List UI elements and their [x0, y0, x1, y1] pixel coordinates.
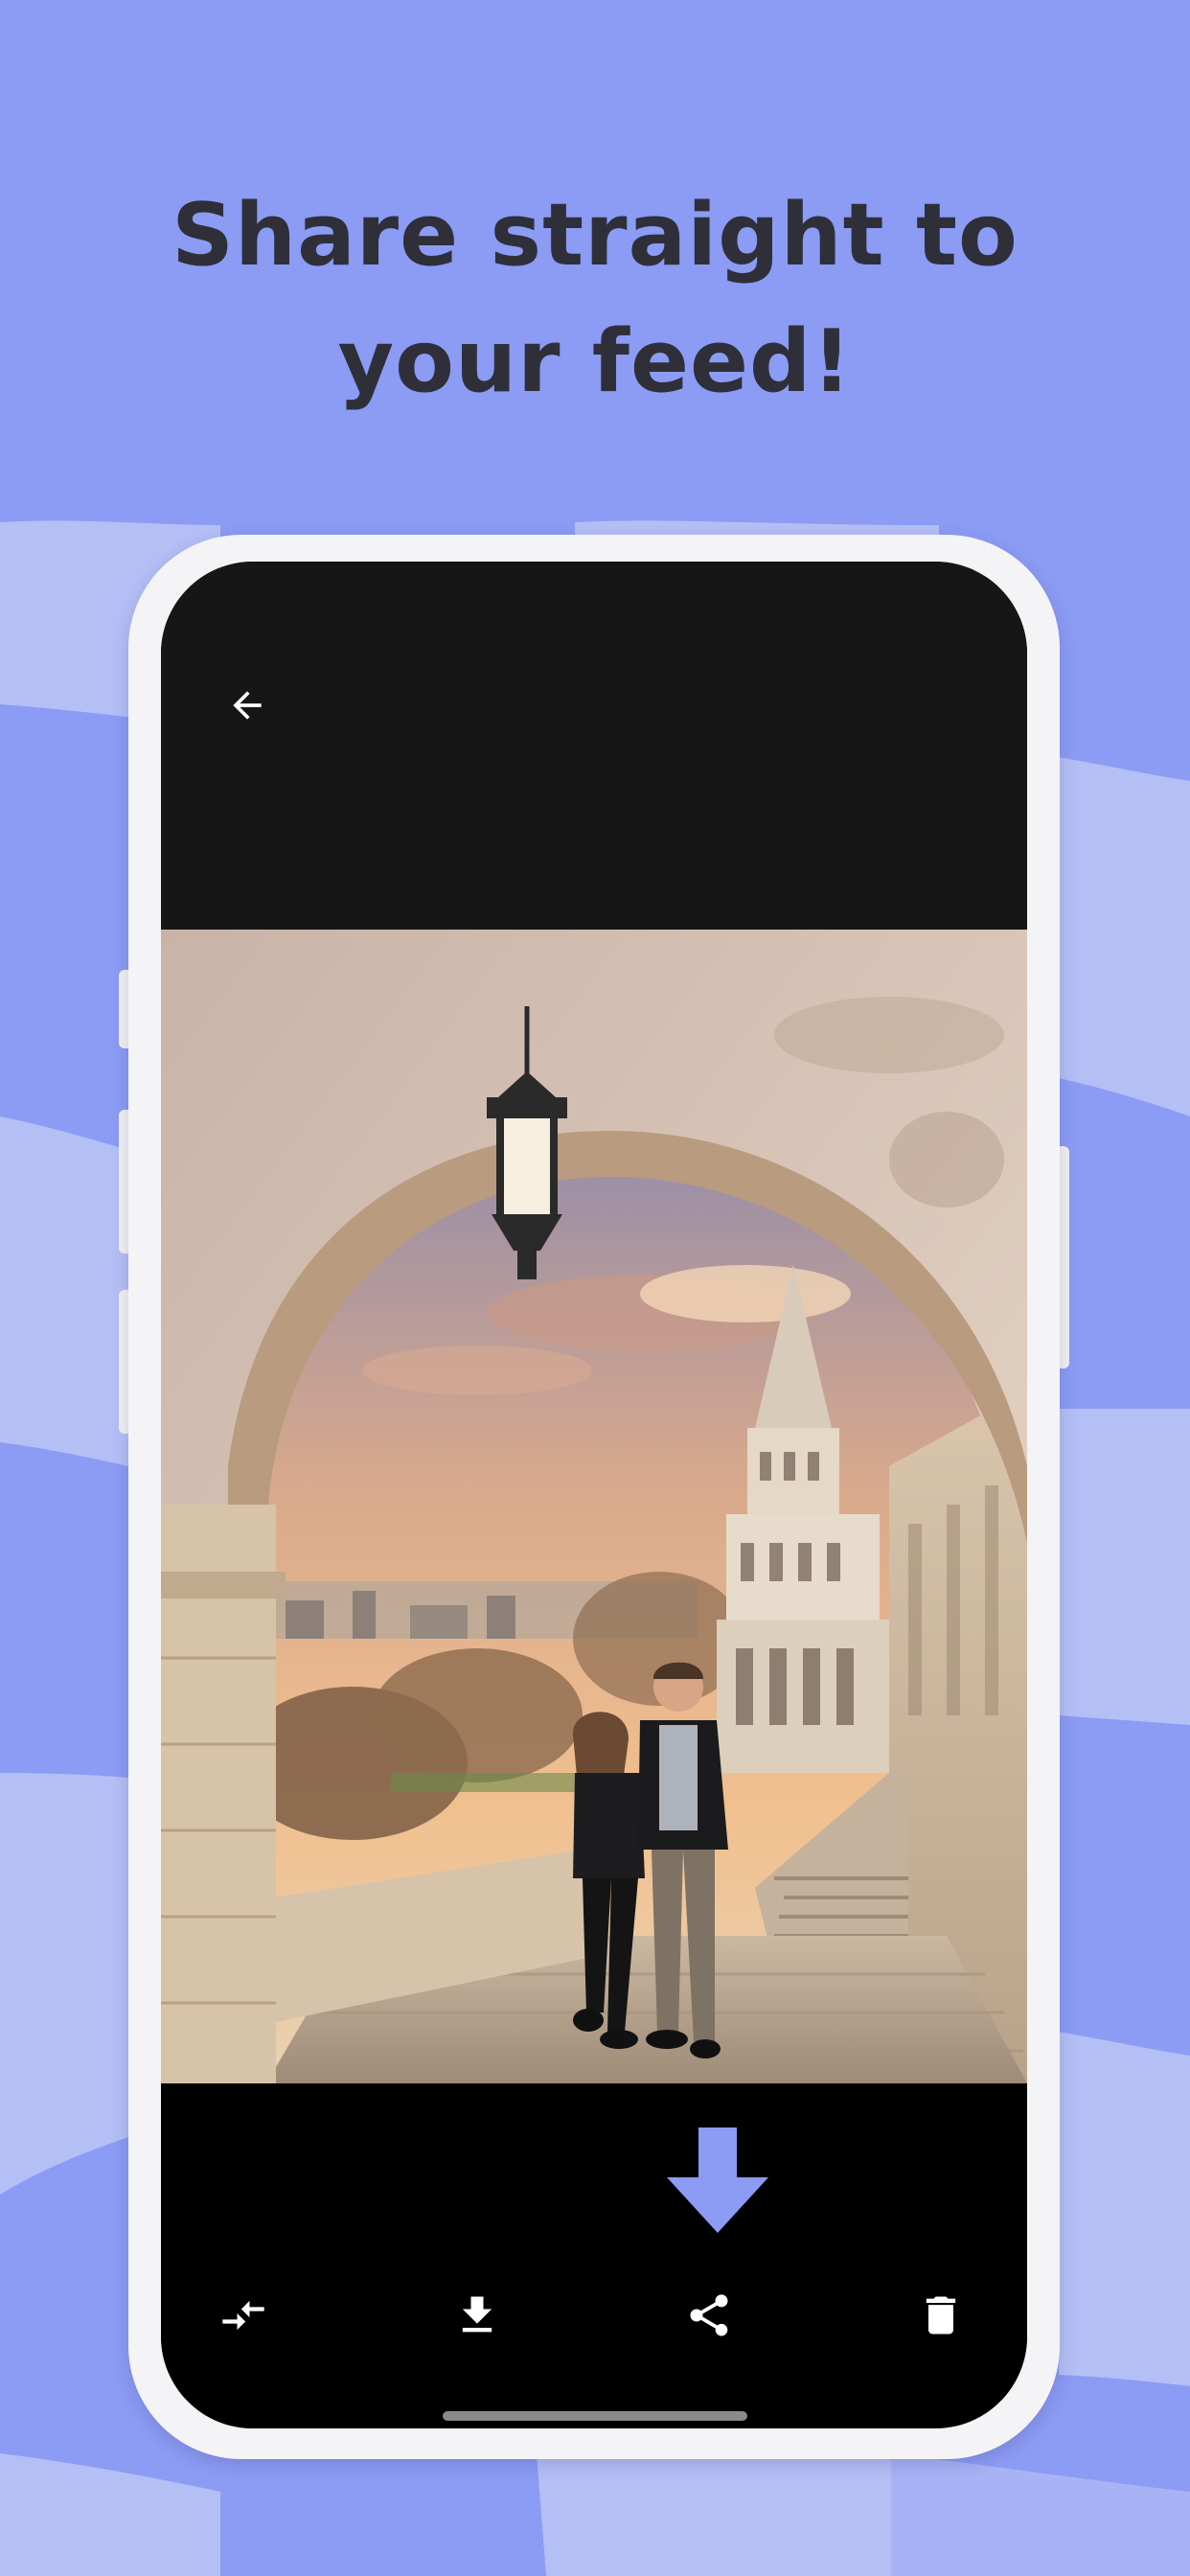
phone-screen — [161, 562, 1027, 2428]
photo-image[interactable] — [161, 930, 1027, 2083]
home-indicator — [443, 2411, 747, 2421]
share-button[interactable] — [675, 2281, 744, 2350]
delete-button[interactable] — [906, 2281, 975, 2350]
download-button[interactable] — [443, 2281, 512, 2350]
arrow-left-icon — [233, 691, 262, 720]
top-bar — [161, 562, 1027, 930]
headline: Share straight to your feed! — [0, 172, 1190, 426]
compare-button[interactable] — [209, 2281, 278, 2350]
download-icon — [462, 2296, 492, 2333]
headline-line-1: Share straight to — [172, 185, 1018, 286]
bottom-toolbar — [161, 2083, 1027, 2428]
down-arrow-hint-icon — [667, 2128, 768, 2233]
back-button[interactable] — [218, 677, 276, 734]
compare-arrows-icon — [222, 2300, 264, 2331]
photo-illustration — [161, 930, 1027, 2083]
headline-line-2: your feed! — [337, 311, 853, 412]
delete-icon — [926, 2296, 956, 2334]
share-icon — [690, 2294, 728, 2336]
